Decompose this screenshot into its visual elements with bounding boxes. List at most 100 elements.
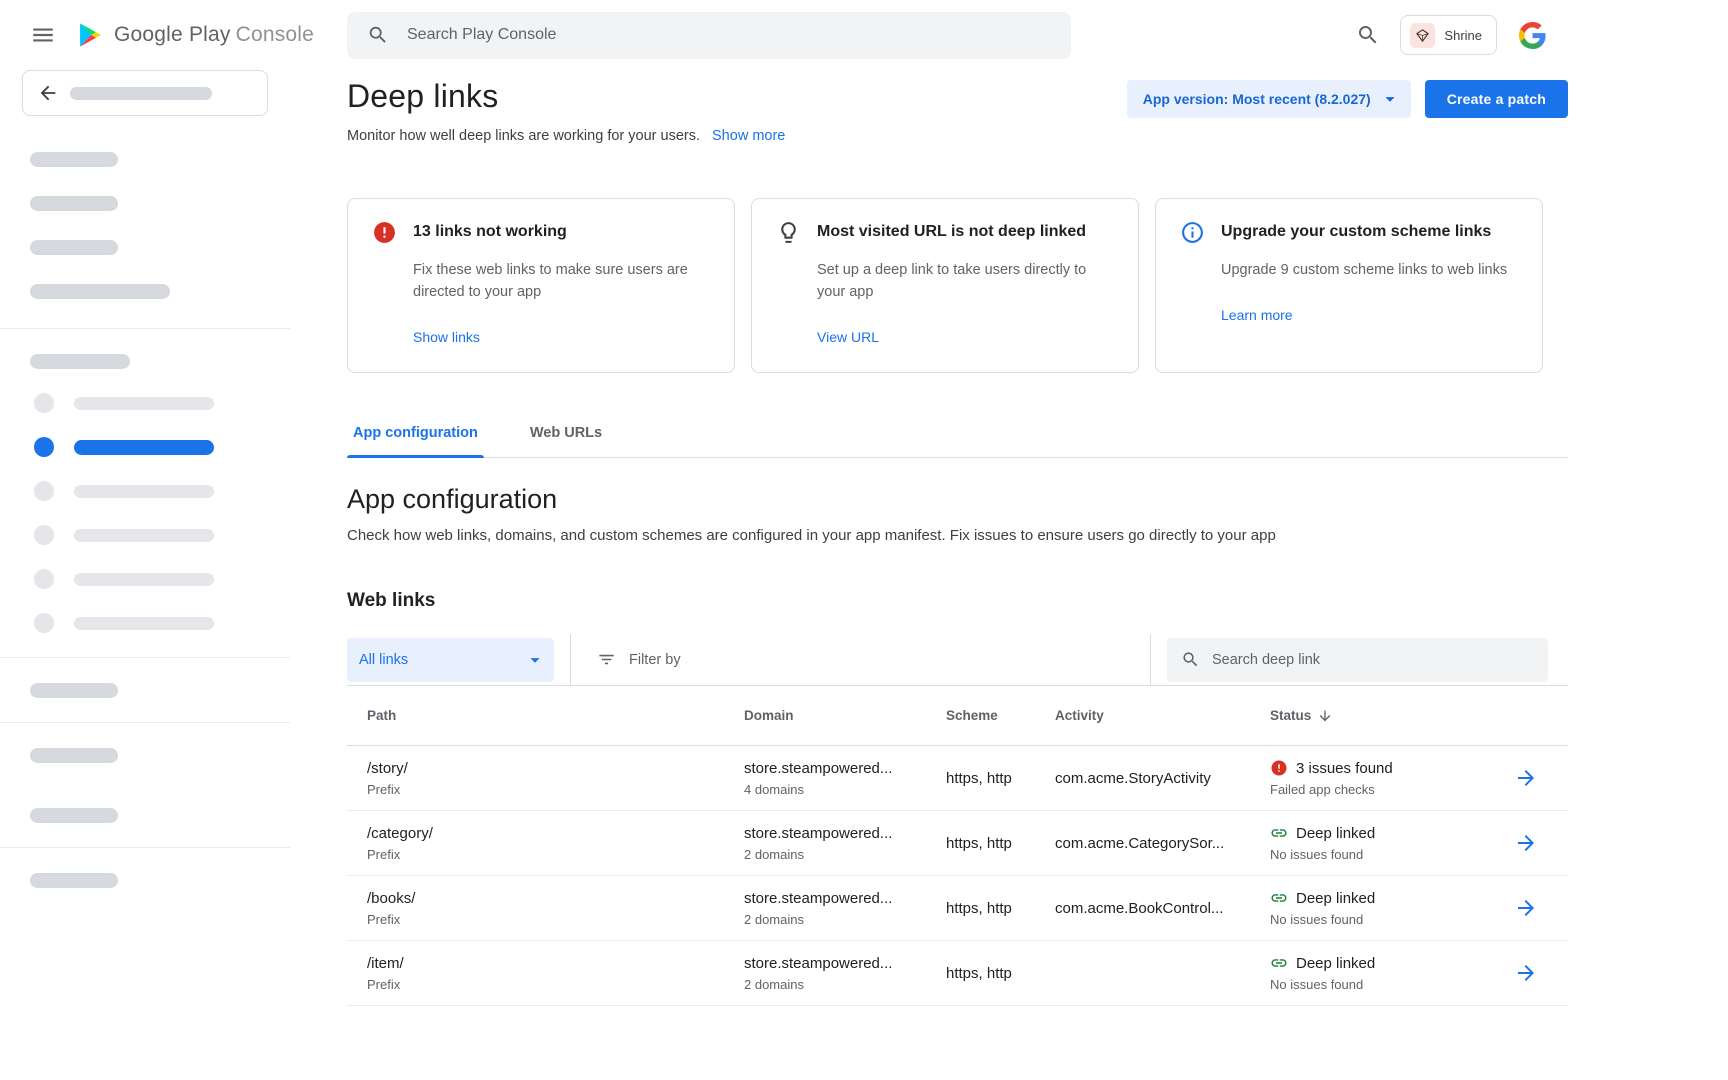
section-description: Check how web links, domains, and custom…: [347, 527, 1568, 544]
status-header-label: Status: [1270, 708, 1311, 723]
logo-text: Google PlayConsole: [114, 23, 314, 47]
skeleton-bar: [30, 354, 130, 369]
domain-count: 2 domains: [744, 977, 946, 992]
section-title: App configuration: [347, 484, 1568, 515]
status-text: 3 issues found: [1296, 760, 1393, 777]
open-link-details-button[interactable]: [1514, 766, 1538, 790]
activity-value: com.acme.StoryActivity: [1055, 770, 1270, 787]
google-play-console-logo[interactable]: Google PlayConsole: [76, 21, 314, 49]
filter-icon: [597, 650, 616, 669]
sidebar-nav-item[interactable]: [34, 481, 290, 501]
learn-more-link[interactable]: Learn more: [1221, 307, 1507, 323]
show-links-link[interactable]: Show links: [413, 329, 710, 345]
sidebar-nav-item[interactable]: [34, 525, 290, 545]
scheme-value: https, http: [946, 770, 1055, 787]
app-switcher-chip[interactable]: Shrine: [1400, 15, 1497, 55]
menu-icon[interactable]: [30, 22, 56, 48]
app-version-label: App version: Most recent (8.2.027): [1143, 91, 1371, 107]
google-account-button[interactable]: [1519, 22, 1546, 49]
domain-value: store.steampowered...: [744, 955, 946, 972]
path-value: /books/: [367, 890, 744, 907]
view-url-link[interactable]: View URL: [817, 329, 1114, 345]
sidebar-skeleton-group: [0, 116, 290, 299]
chevron-down-icon: [1379, 88, 1401, 110]
nav-item-icon: [34, 481, 54, 501]
skeleton-bar: [30, 808, 118, 823]
column-header-scheme: Scheme: [946, 708, 1055, 723]
path-type: Prefix: [367, 912, 744, 927]
nav-item-icon: [34, 437, 54, 457]
table-row[interactable]: /books/ Prefix store.steampowered... 2 d…: [347, 876, 1568, 941]
activity-value: com.acme.BookControl...: [1055, 900, 1270, 917]
links-filter-select[interactable]: All links: [347, 638, 554, 682]
chevron-down-icon: [524, 649, 546, 671]
tab-web-urls[interactable]: Web URLs: [524, 409, 608, 457]
skeleton-bar: [30, 683, 118, 698]
status-detail: Failed app checks: [1270, 782, 1492, 797]
nav-item-icon: [34, 569, 54, 589]
scheme-value: https, http: [946, 900, 1055, 917]
skeleton-bar: [74, 485, 214, 498]
path-type: Prefix: [367, 847, 744, 862]
table-row[interactable]: /category/ Prefix store.steampowered... …: [347, 811, 1568, 876]
nav-item-icon: [34, 525, 54, 545]
domain-value: store.steampowered...: [744, 890, 946, 907]
column-header-status[interactable]: Status: [1270, 708, 1492, 724]
global-search-input[interactable]: [407, 26, 1051, 44]
sidebar-nav-item[interactable]: [34, 393, 290, 413]
show-more-link[interactable]: Show more: [712, 128, 785, 144]
deep-link-search[interactable]: [1167, 638, 1548, 682]
back-navigation[interactable]: [22, 70, 268, 116]
status-detail: No issues found: [1270, 847, 1492, 862]
filter-by-label: Filter by: [629, 652, 681, 668]
search-icon-button[interactable]: [1356, 23, 1380, 47]
path-value: /item/: [367, 955, 744, 972]
open-link-details-button[interactable]: [1514, 961, 1538, 985]
activity-value: com.acme.CategorySor...: [1055, 835, 1270, 852]
skeleton-bar: [30, 196, 118, 211]
card-body: Fix these web links to make sure users a…: [413, 259, 710, 303]
back-arrow-icon: [37, 82, 59, 104]
status-text: Deep linked: [1296, 955, 1375, 972]
table-row[interactable]: /story/ Prefix store.steampowered... 4 d…: [347, 746, 1568, 811]
tab-app-configuration[interactable]: App configuration: [347, 409, 484, 457]
tab-bar: App configuration Web URLs: [347, 409, 1568, 458]
status-text: Deep linked: [1296, 890, 1375, 907]
card-title: Most visited URL is not deep linked: [817, 221, 1114, 243]
sidebar-nav-item[interactable]: [34, 569, 290, 589]
global-search[interactable]: [347, 12, 1071, 59]
sort-descending-icon: [1317, 708, 1333, 724]
table-row[interactable]: /item/ Prefix store.steampowered... 2 do…: [347, 941, 1568, 1006]
create-patch-button[interactable]: Create a patch: [1425, 80, 1568, 118]
card-title: 13 links not working: [413, 221, 710, 243]
deep-link-search-input[interactable]: [1212, 652, 1534, 668]
column-header-activity: Activity: [1055, 708, 1270, 723]
skeleton-bar: [74, 440, 214, 455]
error-icon: [372, 220, 397, 245]
domain-count: 2 domains: [744, 912, 946, 927]
skeleton-bar: [74, 397, 214, 410]
domain-count: 4 domains: [744, 782, 946, 797]
play-logo-icon: [76, 21, 104, 49]
web-links-filter-bar: All links Filter by: [347, 634, 1568, 686]
open-link-details-button[interactable]: [1514, 896, 1538, 920]
web-links-title: Web links: [347, 590, 1568, 612]
sidebar-nav-item[interactable]: [34, 613, 290, 633]
open-link-details-button[interactable]: [1514, 831, 1538, 855]
scheme-value: https, http: [946, 965, 1055, 982]
divider: [570, 634, 571, 686]
app-version-dropdown[interactable]: App version: Most recent (8.2.027): [1127, 80, 1411, 118]
column-header-path: Path: [347, 708, 744, 723]
card-body: Upgrade 9 custom scheme links to web lin…: [1221, 259, 1507, 281]
page-title: Deep links: [347, 76, 498, 116]
column-header-domain: Domain: [744, 708, 946, 723]
path-type: Prefix: [367, 782, 744, 797]
domain-count: 2 domains: [744, 847, 946, 862]
sidebar-nav-item-active[interactable]: [34, 437, 290, 457]
link-icon: [1270, 889, 1288, 907]
skeleton-bar: [70, 87, 212, 100]
topbar: Google PlayConsole Shrine: [0, 0, 1728, 70]
sidebar-nav-list: [0, 369, 290, 633]
nav-item-icon: [34, 613, 54, 633]
filter-by-button[interactable]: Filter by: [597, 650, 681, 669]
